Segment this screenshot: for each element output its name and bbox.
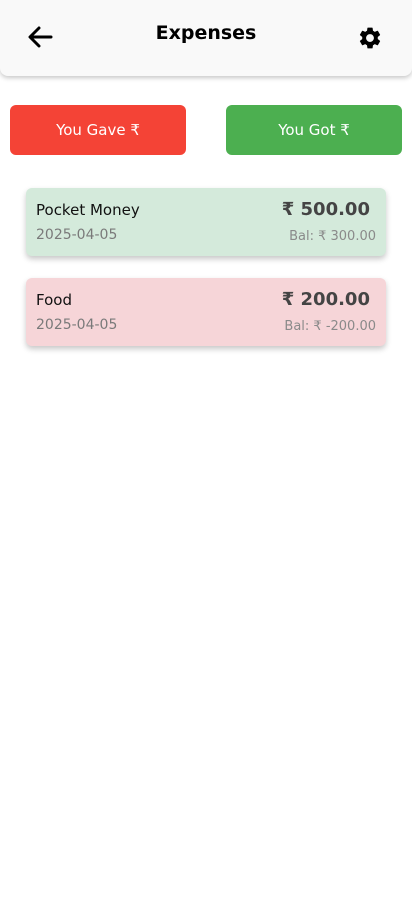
app-bar: Expenses (0, 0, 412, 76)
entry-date: 2025-04-05 (36, 227, 118, 243)
gear-icon (359, 27, 381, 49)
you-got-button[interactable]: You Got ₹ (226, 105, 402, 155)
entry-amount: ₹ 500.00 (281, 199, 370, 220)
entry-card[interactable]: Food 2025-04-05 ₹ 200.00 Bal: ₹ -200.00 (26, 278, 386, 346)
entry-card[interactable]: Pocket Money 2025-04-05 ₹ 500.00 Bal: ₹ … (26, 188, 386, 256)
entry-name: Pocket Money (36, 201, 140, 219)
entry-balance: Bal: ₹ 300.00 (289, 229, 376, 244)
entry-balance: Bal: ₹ -200.00 (284, 319, 376, 334)
page-title: Expenses (155, 22, 257, 44)
entry-date: 2025-04-05 (36, 317, 118, 333)
settings-button[interactable] (356, 24, 384, 52)
you-gave-button[interactable]: You Gave ₹ (10, 105, 186, 155)
entry-amount: ₹ 200.00 (281, 289, 370, 310)
entry-name: Food (36, 291, 72, 309)
